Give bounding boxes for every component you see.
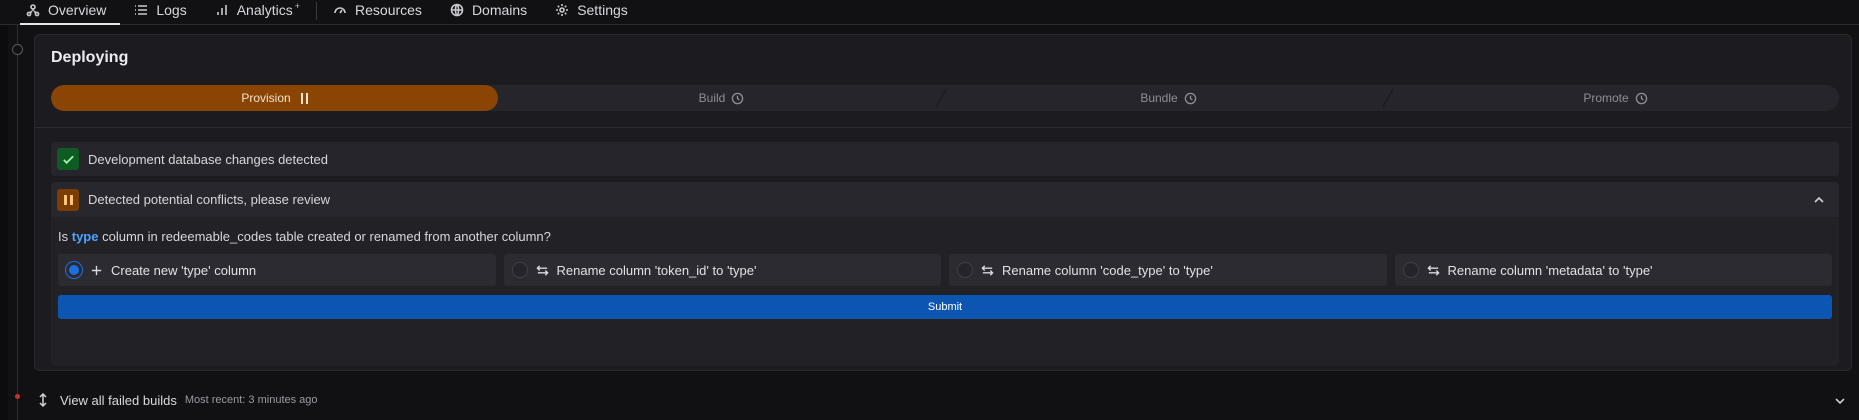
clock-icon [1184,92,1196,104]
tab-label: Analytics [236,1,293,18]
step-label: Promote [1583,91,1629,105]
card-divider [35,127,1851,128]
deploy-stepper: Provision Build Bundle Promote [51,85,1839,111]
list-icon [135,4,148,15]
tab-overview[interactable]: Overview [12,0,121,25]
clock-icon [1635,92,1647,104]
gauge-icon [334,6,346,13]
top-nav: Overview Logs Analytics + Resources Doma… [0,0,1859,25]
step-build[interactable]: Build [498,85,946,111]
step-label: Provision [241,91,291,105]
radio-selected[interactable] [66,262,82,278]
globe-icon [450,3,464,16]
gear-icon [556,3,569,16]
timeline-node [12,44,23,55]
option-label: Create new 'type' column [111,262,257,278]
nav-divider [316,2,318,20]
analytics-badge: + [294,1,301,11]
tab-label: Resources [355,1,422,18]
radio-unselected[interactable] [511,262,528,278]
tab-logs[interactable]: Logs [120,0,200,24]
radio-unselected[interactable] [957,262,973,278]
deploy-title: Deploying [51,49,129,66]
plus-icon [91,265,102,275]
step-label: Bundle [1140,91,1178,105]
failed-builds-row[interactable]: View all failed builds Most recent: 3 mi… [34,385,1852,415]
chevron-down-icon[interactable] [1834,394,1846,412]
option-label: Rename column 'code_type' to 'type' [1002,262,1213,278]
tab-label: Domains [471,1,528,18]
step-provision[interactable]: Provision [51,85,498,111]
tab-label: Overview [48,1,107,18]
option-rename-code-type[interactable]: Rename column 'code_type' to 'type' [949,254,1387,286]
swap-icon [535,264,549,276]
conflict-panel: Detected potential conflicts, please rev… [51,182,1839,366]
clock-icon [732,92,744,104]
conflict-question: Is type column in redeemable_codes table… [58,229,551,244]
tab-label: Settings [577,1,628,18]
radio-unselected[interactable] [1402,262,1419,278]
tab-label: Logs [156,1,187,18]
check-icon [57,148,79,170]
failed-builds-recent: Most recent: 3 minutes ago [184,394,318,406]
option-rename-token-id[interactable]: Rename column 'token_id' to 'type' [503,254,941,286]
tab-analytics[interactable]: Analytics + [201,0,314,24]
db-changes-row: Development database changes detected [51,142,1839,176]
tab-domains[interactable]: Domains [436,0,541,24]
step-promote[interactable]: Promote [1392,85,1839,111]
conflict-header[interactable]: Detected potential conflicts, please rev… [51,182,1839,217]
failed-builds-label: View all failed builds [60,392,177,408]
option-rename-metadata[interactable]: Rename column 'metadata' to 'type' [1394,254,1832,286]
swap-icon [981,264,994,276]
resolution-options: Create new 'type' column Rename column '… [58,254,1832,286]
tab-resources[interactable]: Resources [319,0,436,24]
deployment-card: Deploying Provision Build Bundle Promote… [34,34,1852,371]
column-name-highlight: type [71,229,99,244]
pause-icon [300,92,308,104]
bar-chart-icon [216,4,227,15]
question-prefix: Is [58,229,69,244]
db-changes-text: Development database changes detected [88,151,328,167]
option-create-column[interactable]: Create new 'type' column [58,254,496,286]
conflict-title: Detected potential conflicts, please rev… [88,192,331,207]
graph-icon [26,3,40,16]
pause-status-icon [57,188,79,211]
timeline-failed-node [15,394,20,399]
swap-icon [1426,264,1440,276]
question-suffix: column in redeemable_codes table created… [102,229,551,244]
left-gutter [0,25,8,420]
timeline-rail [17,25,18,420]
step-label: Build [698,91,726,105]
step-bundle[interactable]: Bundle [945,85,1393,111]
submit-button[interactable]: Submit [58,295,1832,319]
expand-vertical-icon [39,393,47,407]
option-label: Rename column 'metadata' to 'type' [1447,262,1653,278]
tab-settings[interactable]: Settings [541,0,642,24]
chevron-up-icon[interactable] [1813,193,1825,205]
option-label: Rename column 'token_id' to 'type' [556,262,757,278]
